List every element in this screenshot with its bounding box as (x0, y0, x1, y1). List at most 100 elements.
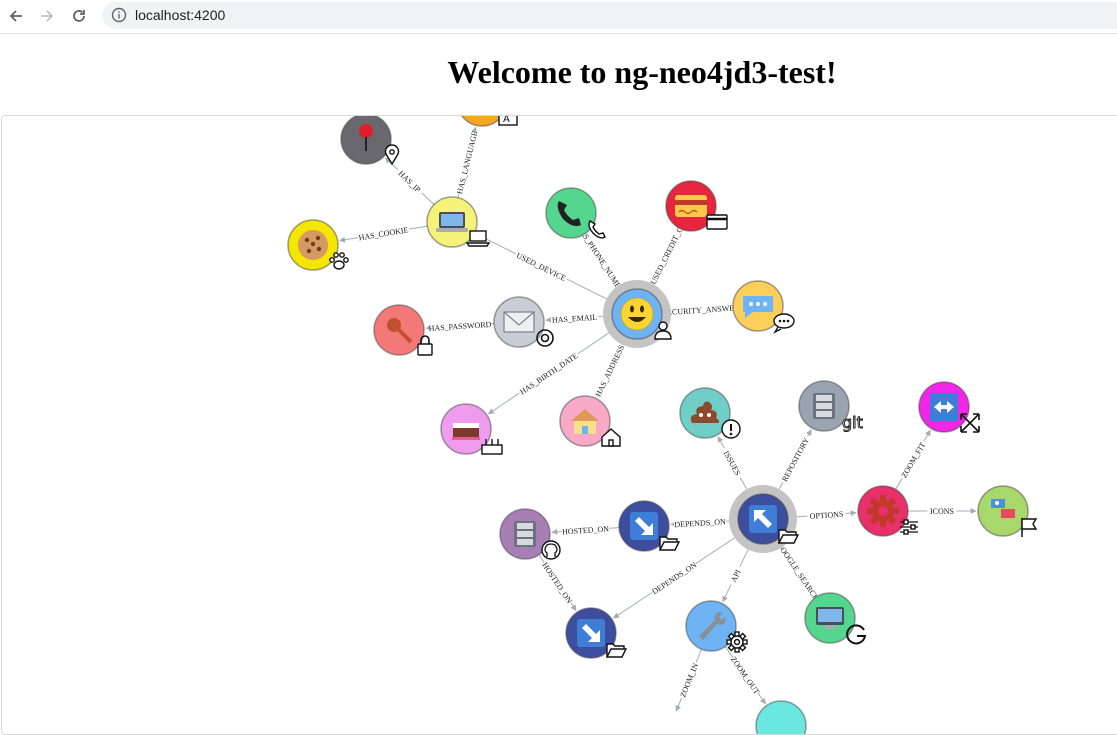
relationship-label: GOOGLE_SEARCH (775, 541, 821, 603)
flag-icon (1021, 518, 1038, 537)
node-email[interactable] (493, 296, 556, 349)
relationship-label: USED_DEVICE (515, 251, 568, 283)
left-right-arrow-icon (930, 393, 958, 421)
node-issues[interactable] (679, 387, 742, 440)
relationship-label: HAS_COOKIE (358, 225, 409, 242)
github-icon (541, 540, 561, 560)
graph-container[interactable]: HAS_IP HAS_LANGUAGE HAS_COOKIE USED_DEVICE H… (1, 115, 1117, 735)
user-icon (654, 321, 672, 340)
envelope-icon (503, 311, 535, 333)
arrow-down-right-icon (577, 619, 605, 647)
relationship[interactable]: ZOOM_IN (675, 648, 702, 712)
node-dependency2[interactable] (565, 607, 628, 660)
relationship[interactable]: SECURITY_ANSWER (662, 302, 740, 317)
laptop-icon (465, 230, 491, 247)
relationship-label: HAS_BIRTH_DATE (518, 351, 580, 396)
relationship-label: HOSTED_ON (540, 561, 574, 605)
exclamation-circle-icon (721, 419, 741, 439)
address-bar[interactable]: localhost:4200 (102, 2, 1117, 29)
relationship[interactable]: HAS_EMAIL (545, 311, 604, 325)
relationship[interactable]: HAS_LANGUAGE (454, 126, 480, 198)
relationship[interactable]: ISSUES (717, 436, 748, 490)
relationship[interactable]: HAS_PASSWORD (425, 318, 495, 333)
relationship[interactable]: ICONS (908, 506, 977, 516)
at-icon (536, 329, 554, 347)
node-language[interactable]: A (457, 115, 519, 128)
node-dependency1[interactable] (618, 500, 681, 553)
cake-icon (452, 423, 480, 440)
relationship-label: ISSUES (722, 449, 743, 477)
phone-icon (588, 220, 606, 239)
folder-open-icon (605, 643, 628, 658)
arrow-left-icon (9, 10, 22, 22)
relationship-label: DEPENDS_ON (674, 517, 726, 529)
graph-svg[interactable]: HAS_IP HAS_LANGUAGE HAS_COOKIE USED_DEVICE H… (1, 115, 1117, 735)
laptop-icon (436, 212, 468, 232)
relationship[interactable]: API (722, 549, 749, 603)
svg-text:git: git (842, 413, 863, 432)
info-icon[interactable] (111, 7, 127, 23)
node-google[interactable] (804, 592, 867, 645)
relationship-label: HAS_IP (396, 169, 422, 195)
file-cabinet-icon (813, 393, 835, 419)
node-device[interactable] (426, 196, 491, 249)
cog-icon (726, 631, 748, 653)
node-circle[interactable] (755, 700, 807, 735)
paw-icon (329, 252, 349, 270)
relationship[interactable]: DEPENDS_ON (670, 516, 730, 530)
node-password[interactable] (373, 304, 436, 357)
forward-button[interactable] (36, 5, 58, 27)
file-cabinet-icon (514, 521, 536, 547)
arrows-alt-icon (960, 413, 980, 433)
sliders-icon (900, 519, 918, 535)
node-ip[interactable] (340, 115, 403, 166)
relationship[interactable]: GOOGLE_SEARCH (775, 541, 821, 603)
node-options[interactable] (857, 485, 920, 538)
map-marker-icon (384, 144, 400, 166)
relationship[interactable]: HOSTED_ON (551, 523, 620, 537)
back-button[interactable] (5, 5, 27, 27)
folder-open-icon (658, 536, 681, 551)
google-icon (846, 624, 867, 645)
node-layer: Agit (287, 115, 1040, 735)
node-repository[interactable]: git (798, 380, 864, 433)
node-api[interactable] (685, 600, 748, 653)
arrow-down-right-icon (630, 512, 658, 540)
relationship[interactable]: HOSTED_ON (538, 554, 577, 612)
relationship[interactable]: REPOSITORY (778, 429, 812, 490)
reload-icon (73, 10, 85, 22)
node-user[interactable] (603, 280, 674, 348)
node-phone[interactable] (545, 187, 608, 240)
smiley-icon (620, 297, 654, 331)
relationship[interactable]: HAS_ADDRESS (592, 343, 627, 399)
url-text: localhost:4200 (135, 7, 226, 23)
relationship-label: ZOOM_IN (678, 662, 700, 699)
node-address[interactable] (559, 395, 622, 448)
node-security[interactable] (732, 280, 795, 334)
comment-icon (773, 313, 795, 334)
relationship[interactable]: ZOOM_OUT (724, 646, 766, 705)
node-zoom-out[interactable] (755, 700, 807, 735)
relationship-label: HAS_EMAIL (552, 313, 598, 325)
relationship[interactable]: ZOOM_FIT (895, 429, 931, 490)
reload-button[interactable] (68, 5, 90, 27)
relationship-label: HAS_LANGUAGE (455, 130, 479, 195)
relationship[interactable]: OPTIONS (796, 508, 857, 522)
relationship-label: ICONS (930, 507, 954, 516)
node-project[interactable] (729, 485, 800, 553)
credit-card-icon (706, 214, 728, 230)
git-icon: git (842, 413, 864, 433)
node-zoom-fit[interactable] (918, 381, 981, 434)
relationship[interactable]: HAS_COOKIE (339, 224, 428, 243)
cookie-icon (298, 230, 328, 260)
node-birthday[interactable] (440, 403, 503, 456)
gear-icon (867, 495, 899, 527)
node-credit-card[interactable] (665, 180, 728, 233)
node-icons[interactable] (977, 485, 1040, 538)
node-github[interactable] (499, 508, 562, 561)
svg-text:A: A (503, 115, 510, 125)
relationship-label: REPOSITORY (780, 436, 811, 483)
lock-icon (417, 335, 433, 356)
node-cookie[interactable] (287, 219, 350, 272)
arrow-right-icon (41, 10, 54, 22)
